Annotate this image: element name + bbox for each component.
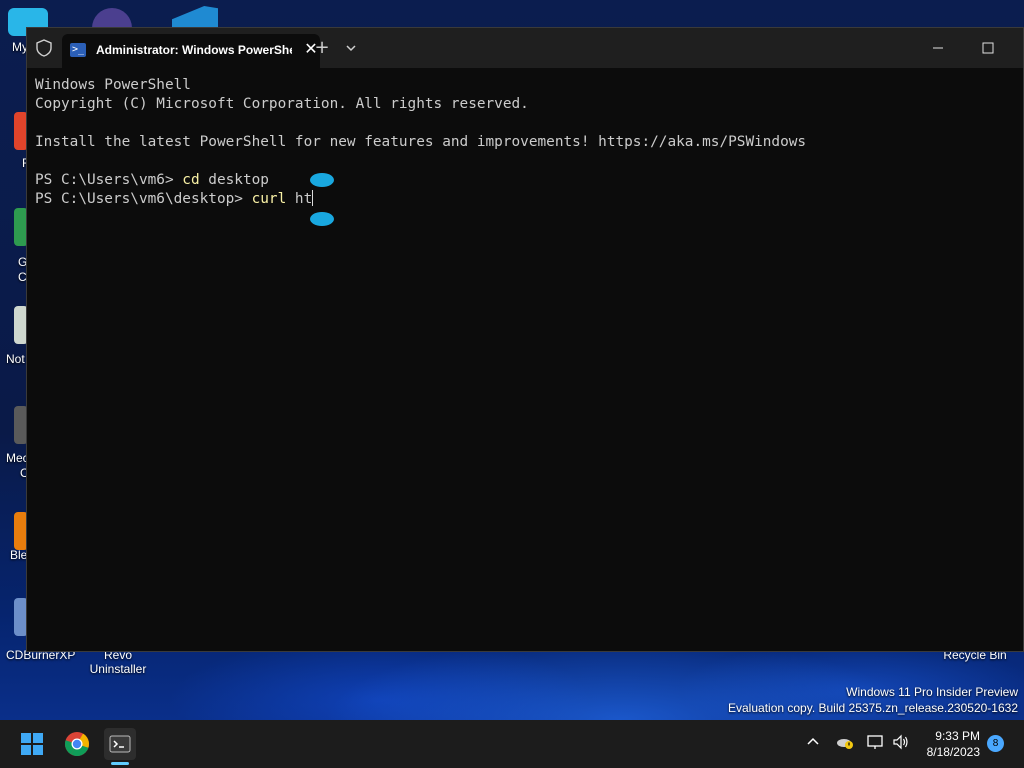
selection-handle-bottom[interactable] [310, 212, 334, 226]
evaluation-watermark: Windows 11 Pro Insider Preview Evaluatio… [728, 684, 1018, 716]
desktop-icon-revo-uninstaller[interactable]: Revo Uninstaller [78, 648, 158, 676]
maximize-button[interactable] [973, 36, 1003, 60]
console-line: Windows PowerShell [35, 77, 191, 93]
volume-icon[interactable] [892, 734, 910, 750]
taskbar: 9:33 PM 8/18/2023 8 [0, 720, 1024, 768]
tab-powershell[interactable]: >_ Administrator: Windows PowerShell ✕ [62, 34, 320, 68]
powershell-icon: >_ [70, 43, 86, 57]
minimize-button[interactable] [923, 36, 953, 60]
shield-icon [36, 39, 52, 57]
command: cd [182, 172, 200, 188]
watermark-line-1: Windows 11 Pro Insider Preview [846, 685, 1018, 699]
selection-handle-top[interactable] [310, 173, 334, 187]
chevron-up-icon[interactable] [805, 734, 821, 750]
command-args: desktop [199, 172, 269, 188]
network-icon[interactable] [867, 734, 885, 750]
console-line: PS C:\Users\vm6> cd desktop [35, 171, 1015, 190]
notification-badge[interactable]: 8 [987, 735, 1004, 752]
command-args: ht [286, 191, 313, 207]
desktop-icon-label: Ble [10, 548, 28, 562]
terminal-icon[interactable] [104, 728, 136, 760]
new-tab-button[interactable]: + [311, 37, 333, 59]
console-line: Install the latest PowerShell for new fe… [35, 134, 807, 150]
console-line: Copyright (C) Microsoft Corporation. All… [35, 96, 529, 112]
desktop-icon-label: Revo Uninstaller [89, 648, 147, 676]
chrome-icon[interactable] [61, 728, 93, 760]
title-bar[interactable]: >_ Administrator: Windows PowerShell ✕ + [27, 28, 1023, 68]
onedrive-warning-icon[interactable] [836, 734, 854, 750]
chevron-down-icon[interactable] [341, 38, 361, 58]
terminal-app-glyph [109, 735, 131, 753]
console-input-line[interactable]: PS C:\Users\vm6\desktop> curl ht [35, 190, 1015, 209]
desktop-icon-label: Not [6, 352, 25, 366]
clock-date: 8/18/2023 [926, 745, 980, 759]
clock[interactable]: 9:33 PM 8/18/2023 [927, 728, 980, 760]
prompt: PS C:\Users\vm6\desktop> [35, 191, 252, 207]
prompt: PS C:\Users\vm6> [35, 172, 183, 188]
command: curl [251, 191, 287, 207]
text-cursor [312, 190, 314, 206]
console-output[interactable]: Windows PowerShell Copyright (C) Microso… [35, 76, 1015, 643]
tab-title: Administrator: Windows PowerShell [96, 43, 292, 57]
clock-time: 9:33 PM [935, 729, 980, 743]
active-app-indicator [111, 762, 129, 765]
terminal-window[interactable]: >_ Administrator: Windows PowerShell ✕ +… [26, 27, 1024, 652]
watermark-line-2: Evaluation copy. Build 25375.zn_release.… [728, 701, 1018, 715]
windows-start-icon[interactable] [16, 728, 48, 760]
